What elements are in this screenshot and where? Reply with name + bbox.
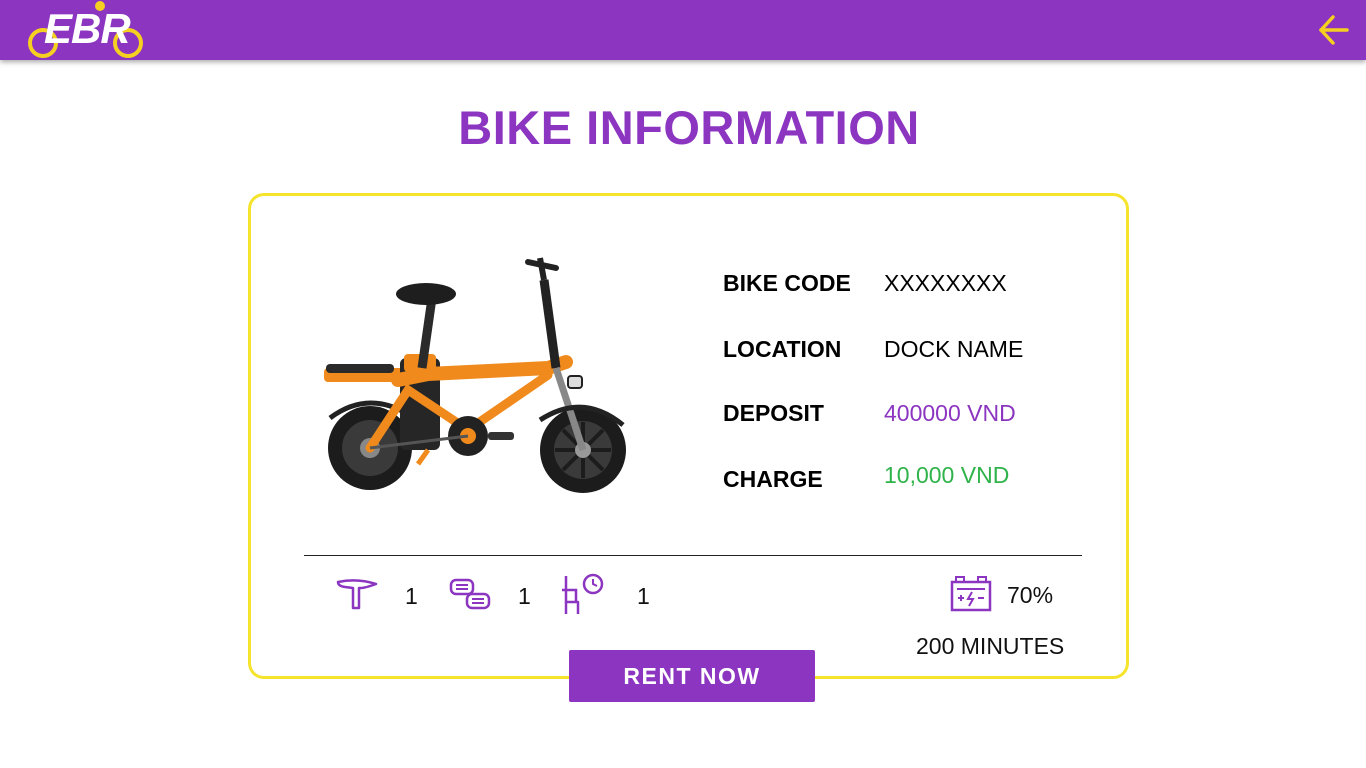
bike-code-value: XXXXXXXX [884,270,1007,296]
saddle-icon [336,579,378,610]
ebr-logo[interactable]: EBR [26,0,148,62]
seat-time-count: 1 [637,583,650,609]
top-app-bar: EBR [0,0,1366,60]
battery-remaining: 200 MINUTES [916,633,1065,659]
deposit-label: DEPOSIT [723,400,824,426]
page-title: BIKE INFORMATION [458,101,920,154]
arrow-left-icon [1319,15,1349,45]
divider [304,555,1082,556]
charge-label: CHARGE [723,466,823,492]
location-value: DOCK NAME [884,336,1024,362]
battery-percent: 70% [1007,582,1054,608]
logo-text: EBR [44,5,131,52]
charge-value: 10,000 VND [884,462,1010,488]
rent-now-button[interactable]: RENT NOW [569,650,815,702]
battery-icon [950,576,992,612]
saddle-count: 1 [405,583,418,609]
seat-clock-icon [562,573,604,614]
pedal-icon [449,578,491,610]
back-button[interactable] [1316,12,1352,48]
deposit-value: 400000 VND [884,400,1016,426]
bike-code-label: BIKE CODE [723,270,851,296]
pedal-count: 1 [518,583,531,609]
location-label: LOCATION [723,336,842,362]
bike-image [324,257,626,493]
